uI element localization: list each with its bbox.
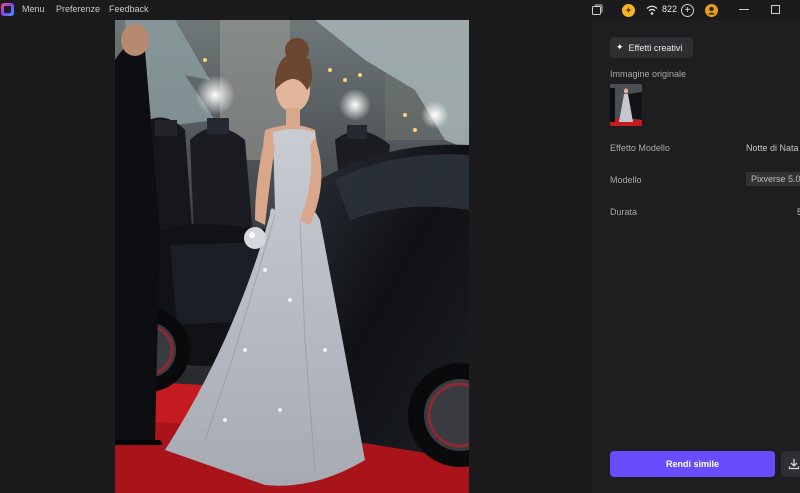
wifi-icon [646, 3, 658, 17]
app-logo-icon[interactable] [1, 3, 14, 16]
original-image-thumbnail[interactable] [610, 84, 642, 126]
duration-label: Durata [610, 207, 638, 217]
effect-model-value: Notte di Nata [746, 143, 799, 153]
minimize-icon[interactable] [739, 9, 749, 10]
plus-icon[interactable]: + [681, 3, 694, 17]
model-label: Modello [610, 175, 642, 185]
maximize-icon[interactable] [771, 5, 780, 14]
model-value: Pixverse 5.0 [746, 172, 800, 186]
download-button[interactable] [781, 451, 800, 477]
gallery-icon[interactable] [591, 3, 603, 17]
effect-model-label: Effetto Modello [610, 143, 670, 153]
credits-count: 822 [662, 4, 678, 14]
coin-icon[interactable]: ✦ [622, 3, 635, 17]
menu-button[interactable]: Menu [22, 4, 45, 14]
title-bar: Menu Preferenze Feedback ✦ 822 + [0, 0, 800, 20]
download-icon [788, 459, 800, 470]
creative-effects-button[interactable]: ✦ Effetti creativi [610, 37, 693, 58]
settings-panel: ✦ Effetti creativi Immagine originale Ef… [593, 20, 800, 493]
creative-effects-label: Effetti creativi [628, 42, 683, 53]
render-similar-button[interactable]: Rendi simile [610, 451, 775, 477]
preferences-button[interactable]: Preferenze [56, 4, 100, 14]
sparkle-icon: ✦ [616, 42, 624, 52]
original-image-label: Immagine originale [610, 69, 687, 79]
user-icon[interactable] [705, 3, 718, 17]
preview-image [115, 20, 469, 493]
feedback-button[interactable]: Feedback [109, 4, 149, 14]
